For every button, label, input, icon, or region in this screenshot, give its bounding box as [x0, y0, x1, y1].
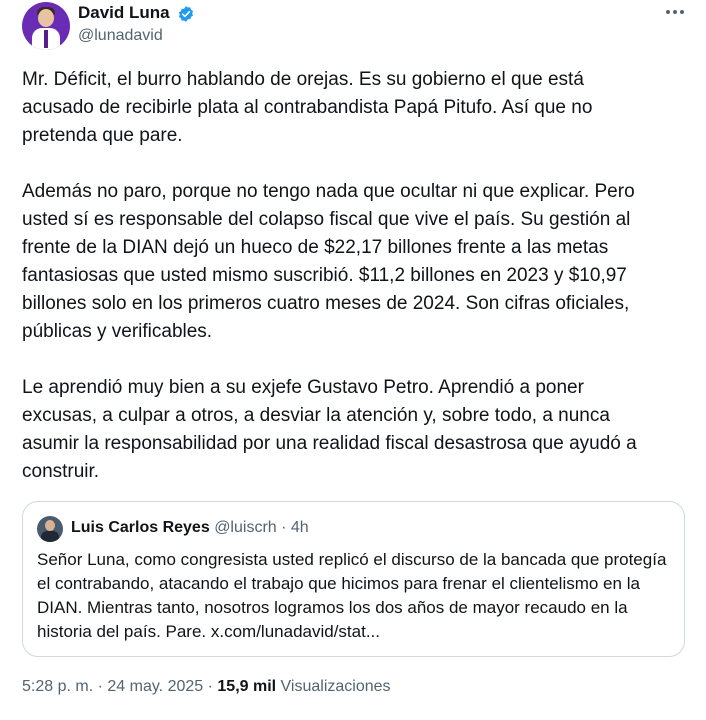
tweet-date[interactable]: 24 may. 2025 [107, 678, 203, 695]
views-count: 15,9 mil [217, 678, 277, 695]
views-label: Visualizaciones [280, 678, 391, 695]
author-handle[interactable]: @lunadavid [78, 27, 163, 45]
tweet-time[interactable]: 5:28 p. m. [22, 678, 93, 695]
author-name[interactable]: David Luna [78, 3, 170, 23]
tweet-text: Mr. Déficit, el burro hablando de orejas… [22, 66, 697, 486]
quote-author-handle: @luiscrh [214, 519, 277, 536]
tweet-footer: 5:28 p. m. · 24 may. 2025 · 15,9 mil Vis… [22, 678, 391, 696]
quote-text: Señor Luna, como congresista usted repli… [37, 550, 667, 641]
quote-separator: · [281, 519, 287, 536]
tweet-paragraph: Le aprendió muy bien a su exjefe Gustavo… [22, 377, 637, 482]
footer-separator: · [97, 678, 103, 695]
tweet-paragraph: Mr. Déficit, el burro hablando de orejas… [22, 69, 593, 146]
footer-separator: · [207, 678, 213, 695]
tweet-paragraph: Además no paro, porque no tengo nada que… [22, 181, 635, 342]
author-avatar[interactable] [22, 2, 70, 50]
quoted-tweet[interactable]: Luis Carlos Reyes @luiscrh · 4h Señor Lu… [22, 501, 685, 657]
quote-time: 4h [290, 519, 309, 536]
more-options-icon[interactable] [660, 2, 690, 22]
quote-author-avatar [37, 516, 63, 542]
quote-author-name: Luis Carlos Reyes [71, 519, 210, 536]
verified-badge-icon [178, 6, 194, 22]
quote-header: Luis Carlos Reyes @luiscrh · 4h [71, 519, 309, 537]
